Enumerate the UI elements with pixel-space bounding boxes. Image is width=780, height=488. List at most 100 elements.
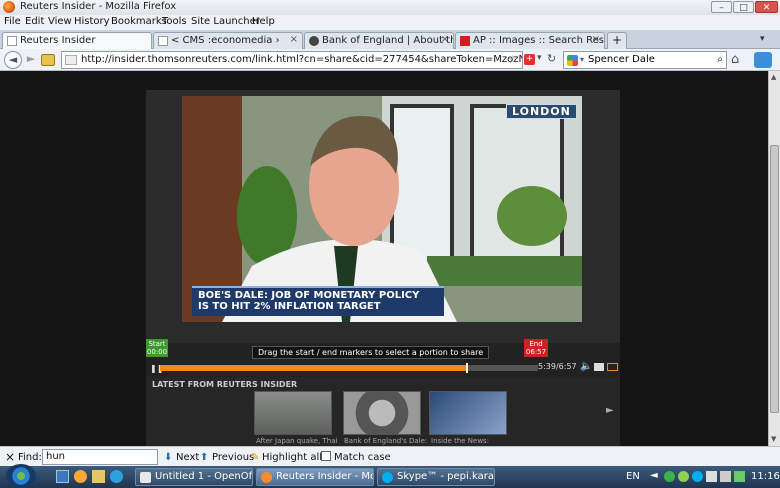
- tray-icon-1[interactable]: [664, 471, 675, 482]
- extension-icon[interactable]: [754, 52, 772, 68]
- close-tab-icon[interactable]: ×: [441, 34, 449, 45]
- taskbar-firefox[interactable]: Reuters Insider - Moz...: [256, 468, 374, 486]
- navigation-toolbar: ◄ ► http://insider.thomsonreuters.com/li…: [0, 49, 780, 71]
- close-findbar-icon[interactable]: ×: [5, 450, 15, 464]
- latest-heading: LATEST FROM REUTERS INSIDER: [152, 380, 298, 389]
- lower-third-banner: BOE'S DALE: JOB OF MONETARY POLICY IS TO…: [192, 286, 444, 316]
- engine-dropdown-icon[interactable]: ▾: [580, 52, 584, 68]
- find-previous-button[interactable]: Previous: [212, 452, 254, 463]
- find-next-icon[interactable]: ⬇: [164, 452, 172, 463]
- timeline-track[interactable]: [160, 363, 538, 373]
- latest-caption-2[interactable]: Bank of England's Dale:: [344, 437, 427, 445]
- clock[interactable]: 11:16: [751, 471, 780, 482]
- start-button[interactable]: [6, 464, 36, 488]
- firefox-icon: [261, 472, 272, 483]
- site-launcher-icon[interactable]: [41, 54, 55, 66]
- menu-edit[interactable]: Edit: [25, 16, 44, 27]
- menu-tools[interactable]: Tools: [162, 16, 187, 27]
- close-window-button[interactable]: ✕: [755, 1, 778, 13]
- match-case-checkbox[interactable]: [321, 451, 331, 461]
- start-marker[interactable]: Start 00:00: [146, 339, 168, 357]
- find-input[interactable]: hun: [42, 449, 158, 465]
- taskbar-skype[interactable]: Skype™ - pepi.karab...: [377, 468, 495, 486]
- menu-help[interactable]: Help: [252, 16, 275, 27]
- find-next-button[interactable]: Next: [176, 452, 199, 463]
- bookmark-star-icon[interactable]: ☆: [508, 53, 518, 66]
- window-title: Reuters Insider - Mozilla Firefox: [20, 1, 177, 12]
- tab-bank-of-england[interactable]: Bank of England | About the ... ×: [304, 32, 454, 49]
- site-identity-icon[interactable]: [65, 55, 77, 65]
- menu-history[interactable]: History: [74, 16, 110, 27]
- search-go-icon[interactable]: ⌕: [717, 52, 723, 68]
- end-label: End: [529, 340, 543, 348]
- show-desktop-icon[interactable]: [56, 470, 69, 483]
- end-marker[interactable]: End 06:57: [524, 339, 548, 357]
- search-engine-icon[interactable]: [567, 55, 578, 66]
- latest-thumbnail-2[interactable]: [343, 391, 421, 435]
- playhead[interactable]: [466, 363, 468, 373]
- scroll-down-icon[interactable]: ▼: [771, 435, 776, 443]
- home-button[interactable]: ⌂: [731, 52, 739, 67]
- show-hidden-icons[interactable]: ◄: [650, 470, 658, 481]
- menu-file[interactable]: File: [4, 16, 21, 27]
- find-previous-icon[interactable]: ⬆: [200, 452, 208, 463]
- vertical-scrollbar[interactable]: ▲ ▼: [768, 71, 780, 446]
- volume-icon[interactable]: 🔈: [580, 361, 592, 372]
- forward-button[interactable]: ►: [22, 51, 40, 69]
- skype-tray-icon[interactable]: [692, 471, 703, 482]
- lower-third-line2: IS TO HIT 2% INFLATION TARGET: [198, 301, 381, 312]
- network-icon[interactable]: [706, 471, 717, 482]
- language-indicator[interactable]: EN: [626, 471, 640, 482]
- maximize-button[interactable]: □: [733, 1, 754, 13]
- location-tag: LONDON: [506, 104, 577, 119]
- tab-label: Bank of England | About the ...: [322, 35, 453, 46]
- dropdown-arrow-icon[interactable]: ▾: [537, 53, 542, 63]
- menu-bookmarks[interactable]: Bookmarks: [111, 16, 167, 27]
- tab-cms-economedia[interactable]: < CMS :economedia › ×: [153, 32, 303, 49]
- search-box[interactable]: ▾ Spencer Dale ⌕: [563, 51, 727, 69]
- reload-button[interactable]: ↻: [547, 52, 556, 65]
- scrollbar-thumb[interactable]: [770, 145, 779, 413]
- back-button[interactable]: ◄: [4, 51, 22, 69]
- taskbar-openoffice[interactable]: Untitled 1 - OpenOffi...: [135, 468, 253, 486]
- battery-icon[interactable]: [734, 471, 745, 482]
- highlight-all-button[interactable]: Highlight all: [262, 452, 322, 463]
- start-label: Start: [148, 340, 166, 348]
- close-tab-icon[interactable]: ×: [290, 34, 298, 45]
- latest-thumbnail-3[interactable]: [429, 391, 507, 435]
- firefox-quicklaunch-icon[interactable]: [74, 470, 87, 483]
- lower-third-line1: BOE'S DALE: JOB OF MONETARY POLICY: [198, 290, 420, 301]
- highlight-icon[interactable]: ✎: [251, 452, 259, 463]
- fullscreen-icon[interactable]: [607, 363, 618, 371]
- latest-next-arrow[interactable]: ►: [606, 405, 614, 416]
- menu-view[interactable]: View: [48, 16, 72, 27]
- captions-icon[interactable]: [594, 363, 604, 371]
- minimize-button[interactable]: –: [711, 1, 732, 13]
- ap-icon: [460, 36, 470, 46]
- firefox-icon: [3, 1, 15, 13]
- list-all-tabs-icon[interactable]: ▾: [760, 34, 765, 44]
- new-tab-button[interactable]: +: [607, 32, 627, 49]
- find-bar: × Find: hun ⬇ Next ⬆ Previous ✎ Highligh…: [0, 446, 780, 466]
- video-frame[interactable]: LONDON BOE'S DALE: JOB OF MONETARY POLIC…: [182, 96, 582, 322]
- tray-icon-2[interactable]: [678, 471, 689, 482]
- taskbar-label: Untitled 1 - OpenOffi...: [155, 471, 252, 482]
- taskbar-label: Skype™ - pepi.karab...: [397, 471, 494, 482]
- menu-site-launcher[interactable]: Site Launcher: [191, 16, 260, 27]
- close-tab-icon[interactable]: ×: [592, 34, 600, 45]
- explorer-quicklaunch-icon[interactable]: [92, 470, 105, 483]
- url-bar[interactable]: http://insider.thomsonreuters.com/link.h…: [61, 51, 523, 69]
- page-content: LONDON BOE'S DALE: JOB OF MONETARY POLIC…: [0, 71, 768, 446]
- skype-icon: [382, 472, 393, 483]
- latest-caption-1[interactable]: After Japan quake, Thai: [256, 437, 337, 445]
- volume-tray-icon[interactable]: [720, 471, 731, 482]
- scroll-up-icon[interactable]: ▲: [771, 73, 776, 81]
- end-time: 06:57: [525, 348, 547, 356]
- addon-icon[interactable]: +: [524, 54, 535, 65]
- tab-reuters-insider[interactable]: Reuters Insider: [2, 32, 152, 50]
- tab-ap-images[interactable]: AP :: Images :: Search Results :... ×: [455, 32, 605, 49]
- latest-caption-3[interactable]: Inside the News:: [431, 437, 489, 445]
- latest-thumbnail-1[interactable]: [254, 391, 332, 435]
- ie-quicklaunch-icon[interactable]: [110, 470, 123, 483]
- time-readout: 5:39/6:57: [538, 362, 577, 371]
